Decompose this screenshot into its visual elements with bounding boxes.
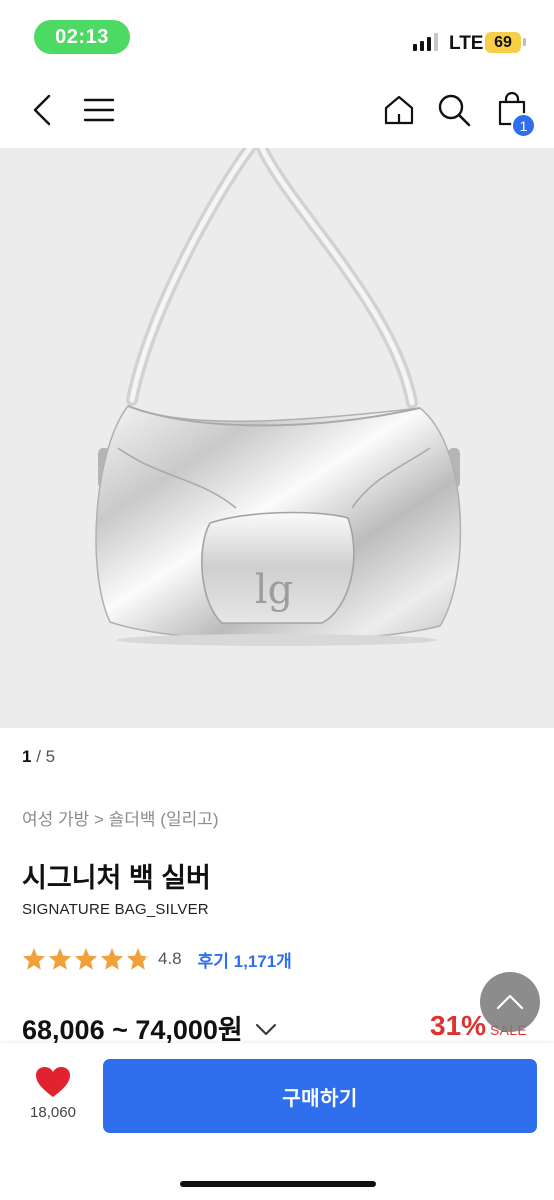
rating-value: 4.8: [158, 949, 182, 968]
product-image: lg: [95, 148, 462, 646]
breadcrumb[interactable]: 여성 가방 > 숄더백 (일리고): [22, 805, 219, 830]
scroll-top-button[interactable]: [480, 972, 540, 1032]
signal-icon: [413, 33, 438, 51]
heart-icon: [36, 1067, 70, 1097]
star-icon: [101, 948, 123, 970]
review-link[interactable]: 후기 1,171개: [198, 947, 292, 972]
battery-tip: [523, 38, 526, 46]
discount-rate: 31%: [430, 1010, 487, 1041]
top-nav: [0, 72, 554, 148]
star-icon: [127, 948, 149, 970]
star-icon: [49, 948, 71, 970]
image-counter: 1 / 5: [22, 747, 56, 766]
battery-icon: 69: [485, 32, 521, 53]
price-text: 68,006 ~ 74,000원: [22, 1015, 243, 1045]
product-rating: 4.8 후기 1,171개: [22, 945, 292, 973]
network-type: LTE: [449, 33, 484, 54]
search-icon: [438, 94, 471, 127]
back-icon: [33, 94, 51, 126]
buy-button[interactable]: 구매하기: [103, 1059, 537, 1133]
home-indicator: [180, 1181, 376, 1187]
menu-button[interactable]: [80, 90, 118, 130]
chevron-up-icon: [496, 994, 524, 1010]
wishlist-button[interactable]: 18,060: [20, 1066, 86, 1130]
product-subtitle: SIGNATURE BAG_SILVER: [22, 901, 209, 918]
status-time: 02:13: [34, 20, 130, 54]
product-title: 시그니처 백 실버: [22, 863, 211, 893]
rating-stars: [22, 947, 150, 971]
star-icon: [75, 948, 97, 970]
cart-count-badge: 1: [511, 113, 536, 138]
home-button[interactable]: [380, 90, 418, 130]
home-icon: [384, 95, 414, 125]
wishlist-count: 18,060: [30, 1104, 76, 1121]
back-button[interactable]: [22, 86, 62, 134]
product-logo: lg: [255, 567, 293, 613]
chevron-down-icon: [255, 1023, 276, 1035]
star-icon: [23, 948, 45, 970]
search-button[interactable]: [434, 90, 474, 130]
status-bar: 02:13 LTE 69: [0, 0, 554, 72]
product-image-carousel[interactable]: lg: [0, 148, 554, 728]
menu-icon: [83, 98, 115, 122]
price-range[interactable]: 68,006 ~ 74,000원: [22, 1008, 277, 1047]
